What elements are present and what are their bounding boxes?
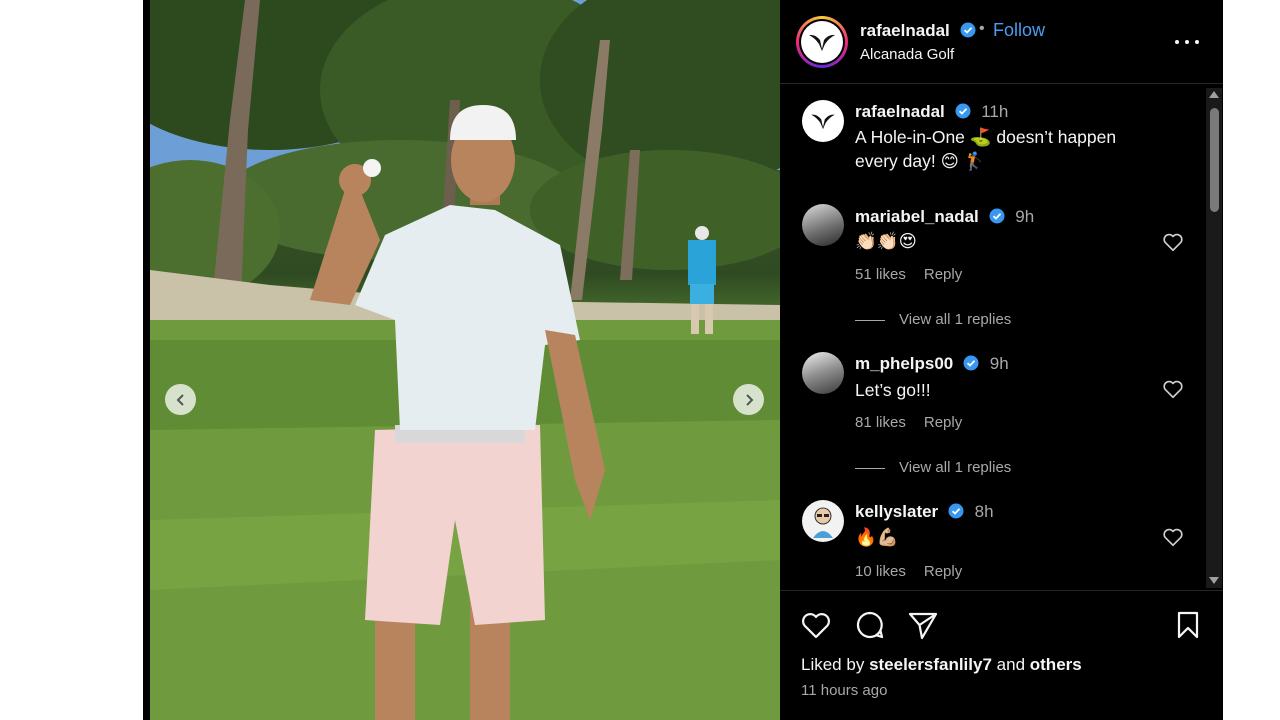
comment-time[interactable]: 9h	[990, 354, 1009, 373]
author-avatar[interactable]	[796, 16, 848, 68]
comment-likes[interactable]: 51 likes	[855, 266, 906, 283]
bookmark-icon[interactable]	[1172, 609, 1204, 641]
post-modal: rafaelnadal • Follow Alcanada Golf rafae…	[143, 0, 1223, 720]
comment-header: mariabel_nadal 9h	[855, 207, 1034, 227]
comment-heart-icon[interactable]	[1162, 378, 1184, 400]
comments-list: rafaelnadal 11h A Hole-in-One ⛳ doesn’t …	[780, 84, 1223, 590]
verified-badge-icon	[963, 355, 979, 371]
comment-header: kellyslater 8h	[855, 502, 994, 522]
comment-avatar[interactable]	[802, 204, 844, 246]
comment-likes[interactable]: 81 likes	[855, 414, 906, 431]
comment-avatar[interactable]	[802, 500, 844, 542]
view-replies-button[interactable]: View all 1 replies	[855, 459, 1011, 476]
post-location[interactable]: Alcanada Golf	[860, 46, 954, 63]
post-timestamp[interactable]: 11 hours ago	[801, 682, 887, 699]
chevron-right-icon	[745, 393, 753, 406]
comment-likes[interactable]: 10 likes	[855, 563, 906, 580]
reply-button[interactable]: Reply	[924, 563, 962, 580]
comment-text: 👏🏻👏🏻😍	[855, 231, 917, 251]
more-options-icon[interactable]	[1175, 32, 1199, 52]
rafa-logo-icon	[801, 21, 843, 63]
cartoon-avatar-icon	[813, 507, 833, 538]
comments-scrollbar[interactable]	[1206, 88, 1222, 588]
reply-button[interactable]: Reply	[924, 266, 962, 283]
post-photo[interactable]	[150, 0, 780, 720]
comment-heart-icon[interactable]	[1162, 526, 1184, 548]
caption-line-1: A Hole-in-One ⛳ doesn’t happen	[855, 127, 1117, 147]
verified-badge-icon	[955, 103, 970, 119]
scroll-down-arrow-icon[interactable]	[1209, 577, 1219, 584]
liked-by-user[interactable]: steelersfanlily7	[869, 655, 992, 674]
verified-badge-icon	[960, 22, 975, 38]
follow-button[interactable]: Follow	[993, 20, 1045, 41]
comment-icon[interactable]	[854, 609, 886, 641]
author-username[interactable]: rafaelnadal	[860, 21, 976, 41]
caption-username[interactable]: rafaelnadal	[855, 102, 945, 121]
share-icon[interactable]	[907, 609, 939, 641]
view-replies-button[interactable]: View all 1 replies	[855, 311, 1011, 328]
caption-time[interactable]: 11h	[981, 102, 1008, 121]
comment-meta: 81 likes Reply	[855, 414, 980, 431]
reply-button[interactable]: Reply	[924, 414, 962, 431]
scroll-up-arrow-icon[interactable]	[1209, 91, 1219, 98]
scroll-thumb[interactable]	[1210, 108, 1219, 212]
comment-username[interactable]: m_phelps00	[855, 354, 953, 373]
caption-header: rafaelnadal 11h	[855, 102, 1008, 122]
post-header: rafaelnadal • Follow Alcanada Golf	[780, 0, 1223, 84]
next-photo-button[interactable]	[733, 384, 764, 415]
comment-text: 🔥💪🏼	[855, 527, 899, 547]
post-actions: Liked by steelersfanlily7 and others 11 …	[780, 590, 1223, 720]
chevron-left-icon	[176, 393, 184, 406]
liked-by-others[interactable]: others	[1030, 655, 1082, 674]
comment-username[interactable]: mariabel_nadal	[855, 207, 979, 226]
comment-time[interactable]: 9h	[1015, 207, 1034, 226]
caption-author-avatar[interactable]	[802, 100, 844, 142]
verified-badge-icon	[948, 503, 964, 519]
heart-icon[interactable]	[800, 609, 832, 641]
comment-meta: 10 likes Reply	[855, 563, 980, 580]
comment-username[interactable]: kellyslater	[855, 502, 938, 521]
previous-photo-button[interactable]	[165, 384, 196, 415]
liked-by-text: Liked by steelersfanlily7 and others	[801, 655, 1082, 674]
separator-dot: •	[979, 20, 985, 37]
comment-meta: 51 likes Reply	[855, 266, 980, 283]
rafa-logo-icon	[811, 114, 835, 130]
comment-time[interactable]: 8h	[975, 502, 994, 521]
comment-avatar[interactable]	[802, 352, 844, 394]
comment-header: m_phelps00 9h	[855, 354, 1009, 374]
caption-line-2: every day! 😊 🏌️	[855, 151, 986, 171]
verified-badge-icon	[989, 208, 1005, 224]
comment-heart-icon[interactable]	[1162, 231, 1184, 253]
post-side-panel: rafaelnadal • Follow Alcanada Golf rafae…	[780, 0, 1223, 720]
golf-photo-illustration	[150, 0, 780, 720]
comment-text: Let’s go!!!	[855, 380, 931, 400]
